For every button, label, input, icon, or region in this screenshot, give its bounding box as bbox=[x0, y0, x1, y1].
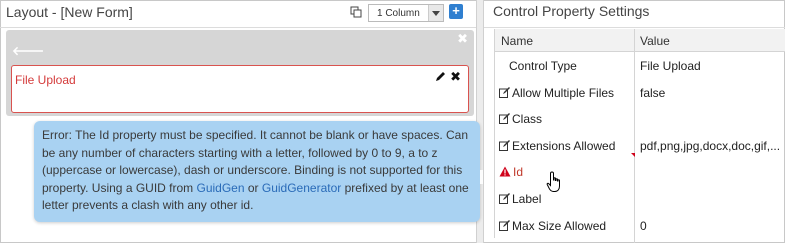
guidgen-link[interactable]: GuidGen bbox=[197, 181, 245, 195]
divider bbox=[484, 27, 785, 28]
copy-icon[interactable] bbox=[350, 6, 362, 18]
property-row-id[interactable]: Id bbox=[495, 158, 785, 185]
chevron-down-icon[interactable] bbox=[428, 5, 443, 21]
header-name: Name bbox=[501, 34, 534, 48]
add-button[interactable]: + bbox=[449, 4, 463, 19]
column-select[interactable]: 1 Column bbox=[368, 4, 444, 22]
column-select-value: 1 Column bbox=[377, 8, 420, 19]
layout-title: Layout - [New Form] bbox=[6, 4, 133, 20]
property-name: Allow Multiple Files bbox=[512, 85, 615, 100]
property-table: Name Value Control Type File Upload Allo… bbox=[494, 29, 785, 243]
column-separator bbox=[634, 29, 635, 52]
close-icon[interactable]: ✖ bbox=[457, 31, 468, 47]
file-upload-control[interactable]: File Upload ✖ bbox=[11, 65, 469, 113]
property-value: false bbox=[640, 85, 666, 100]
properties-title: Control Property Settings bbox=[493, 3, 650, 19]
pencil-icon[interactable] bbox=[434, 71, 446, 83]
edit-icon bbox=[499, 219, 510, 231]
hand-cursor-icon bbox=[546, 171, 560, 192]
warning-icon bbox=[499, 166, 511, 177]
guidgenerator-link[interactable]: GuidGenerator bbox=[262, 181, 341, 195]
property-row-max-size-allowed[interactable]: Max Size Allowed 0 bbox=[495, 212, 785, 239]
edit-icon bbox=[499, 113, 510, 125]
edit-icon bbox=[499, 192, 510, 204]
validation-marker bbox=[631, 152, 635, 157]
property-name: Extensions Allowed bbox=[512, 138, 616, 153]
property-row-extensions-allowed[interactable]: Extensions Allowed pdf,png,jpg,docx,doc,… bbox=[495, 132, 785, 159]
property-table-header: Name Value bbox=[495, 29, 785, 52]
property-row-class[interactable]: Class bbox=[495, 105, 785, 132]
property-value: File Upload bbox=[640, 59, 701, 73]
property-row-allow-multiple-files[interactable]: Allow Multiple Files false bbox=[495, 79, 785, 106]
scroll-indicator bbox=[480, 170, 483, 184]
property-value: pdf,png,jpg,docx,doc,gif,... bbox=[640, 138, 781, 153]
delete-icon[interactable]: ✖ bbox=[450, 69, 461, 85]
property-name: Id bbox=[513, 165, 524, 180]
header-value: Value bbox=[640, 34, 670, 48]
error-tooltip: Error: The Id property must be specified… bbox=[34, 121, 483, 222]
edit-icon bbox=[499, 86, 510, 98]
layout-header: Layout - [New Form] 1 Column + bbox=[0, 0, 476, 27]
property-name: Control Type bbox=[509, 59, 577, 73]
edit-icon bbox=[499, 139, 510, 151]
property-name: Class bbox=[512, 112, 543, 127]
arrow-left-icon[interactable]: 🡐 bbox=[12, 43, 44, 58]
property-value: 0 bbox=[640, 218, 647, 233]
tooltip-text-middle: or bbox=[244, 180, 262, 195]
property-row-control-type[interactable]: Control Type File Upload bbox=[495, 52, 785, 79]
property-row-label[interactable]: Label bbox=[495, 185, 785, 212]
properties-panel: Control Property Settings Name Value Con… bbox=[484, 0, 785, 243]
divider bbox=[0, 27, 476, 28]
property-name: Max Size Allowed bbox=[512, 218, 607, 233]
property-name: Label bbox=[512, 191, 542, 206]
control-label: File Upload bbox=[15, 73, 76, 87]
